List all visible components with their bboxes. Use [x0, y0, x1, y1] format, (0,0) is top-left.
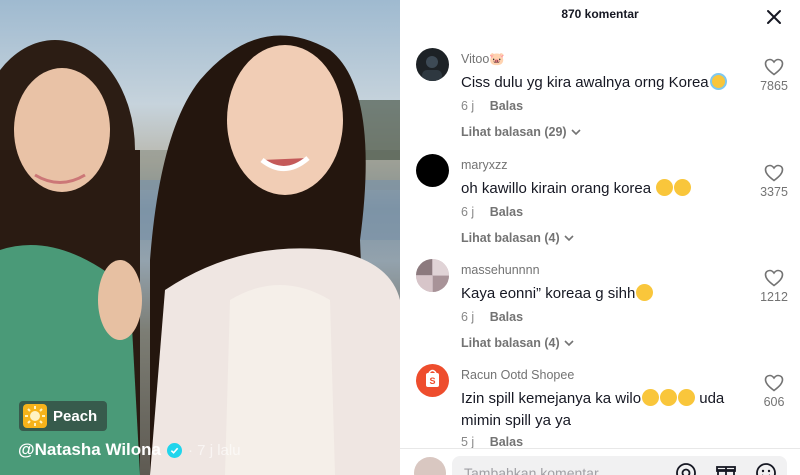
author-name[interactable]: @Natasha Wilona: [18, 440, 161, 460]
comment-username[interactable]: Racun Ootd Shopee: [461, 368, 574, 382]
effect-sticker[interactable]: Peach: [19, 401, 108, 431]
comments-header: 870 komentar: [400, 0, 800, 28]
crying-emoji-icon: [674, 179, 692, 196]
kiss-emoji-icon: [678, 389, 696, 406]
heart-icon: [764, 374, 784, 392]
heart-eyes-emoji-icon: [636, 284, 654, 301]
comment-meta: 6 j Balas: [461, 310, 523, 324]
comment-count-title: 870 komentar: [561, 7, 639, 21]
comment-username[interactable]: Vitoo🐷: [461, 52, 505, 67]
post-time: · 7 j lalu: [188, 441, 241, 459]
angel-emoji-icon: [709, 73, 727, 90]
avatar: [414, 457, 446, 475]
avatar[interactable]: [416, 154, 449, 187]
like-count: 3375: [760, 185, 788, 199]
like-count: 7865: [760, 79, 788, 93]
view-replies-label: Lihat balasan (4): [461, 231, 560, 245]
sun-icon: [23, 404, 47, 428]
video-player[interactable]: Peach @Natasha Wilona · 7 j lalu: [0, 0, 400, 475]
close-icon[interactable]: [765, 8, 783, 26]
comment-time: 6 j: [461, 310, 475, 324]
avatar[interactable]: [416, 48, 449, 81]
reply-button[interactable]: Balas: [490, 310, 523, 324]
view-replies-label: Lihat balasan (29): [461, 125, 567, 139]
heart-icon: [764, 164, 784, 182]
shopee-logo-icon: S: [426, 369, 439, 387]
heart-icon: [764, 269, 784, 287]
reply-button[interactable]: Balas: [490, 205, 523, 219]
like-button[interactable]: 3375: [756, 164, 792, 199]
heart-icon: [764, 58, 784, 76]
like-button[interactable]: 1212: [756, 269, 792, 304]
comment-meta: 5 j Balas: [461, 435, 523, 449]
view-replies-button[interactable]: Lihat balasan (4): [461, 336, 575, 350]
comment-item: massehunnnn Kaya eonni” koreaa g sihh 6 …: [400, 259, 800, 359]
kiss-emoji-icon: [660, 389, 678, 406]
at-icon[interactable]: [674, 461, 698, 475]
reply-button[interactable]: Balas: [490, 435, 523, 449]
gift-icon[interactable]: [714, 461, 738, 475]
comment-item: maryxzz oh kawillo kirain orang korea 6 …: [400, 154, 800, 254]
comment-time: 5 j: [461, 435, 475, 449]
comment-item: Vitoo🐷 Ciss dulu yg kira awalnya orng Ko…: [400, 48, 800, 148]
crying-emoji-icon: [656, 179, 674, 196]
sticker-label: Peach: [53, 407, 98, 425]
comment-input-bar: [400, 448, 800, 475]
reply-button[interactable]: Balas: [490, 99, 523, 113]
like-button[interactable]: 606: [756, 374, 792, 409]
comment-text: Kaya eonni” koreaa g sihh: [461, 283, 741, 305]
view-replies-button[interactable]: Lihat balasan (4): [461, 231, 575, 245]
avatar[interactable]: S: [416, 364, 449, 397]
like-count: 1212: [760, 290, 788, 304]
comment-text: oh kawillo kirain orang korea: [461, 178, 741, 200]
video-author: @Natasha Wilona · 7 j lalu: [18, 440, 241, 460]
comment-username[interactable]: massehunnnn: [461, 263, 540, 277]
view-replies-label: Lihat balasan (4): [461, 336, 560, 350]
comment-time: 6 j: [461, 205, 475, 219]
chevron-down-icon: [571, 129, 581, 136]
like-button[interactable]: 7865: [756, 58, 792, 93]
comment-text: Izin spill kemejanya ka wilo uda mimin sp…: [461, 389, 725, 429]
comment-username[interactable]: maryxzz: [461, 158, 508, 172]
view-replies-button[interactable]: Lihat balasan (29): [461, 125, 582, 139]
emoji-icon[interactable]: [754, 461, 778, 475]
avatar[interactable]: [416, 259, 449, 292]
comment-time: 6 j: [461, 99, 475, 113]
comment-text: Ciss dulu yg kira awalnya orng Korea: [461, 72, 741, 94]
svg-text:S: S: [429, 376, 435, 386]
chevron-down-icon: [564, 340, 574, 347]
kiss-emoji-icon: [642, 389, 660, 406]
verified-icon: [167, 442, 183, 458]
comment-meta: 6 j Balas: [461, 205, 523, 219]
comments-panel: 870 komentar Vitoo🐷 Ciss dulu yg kira aw…: [400, 0, 800, 475]
comment-meta: 6 j Balas: [461, 99, 523, 113]
chevron-down-icon: [564, 235, 574, 242]
comment-item: S Racun Ootd Shopee Izin spill kemejanya…: [400, 364, 800, 454]
like-count: 606: [763, 395, 785, 409]
